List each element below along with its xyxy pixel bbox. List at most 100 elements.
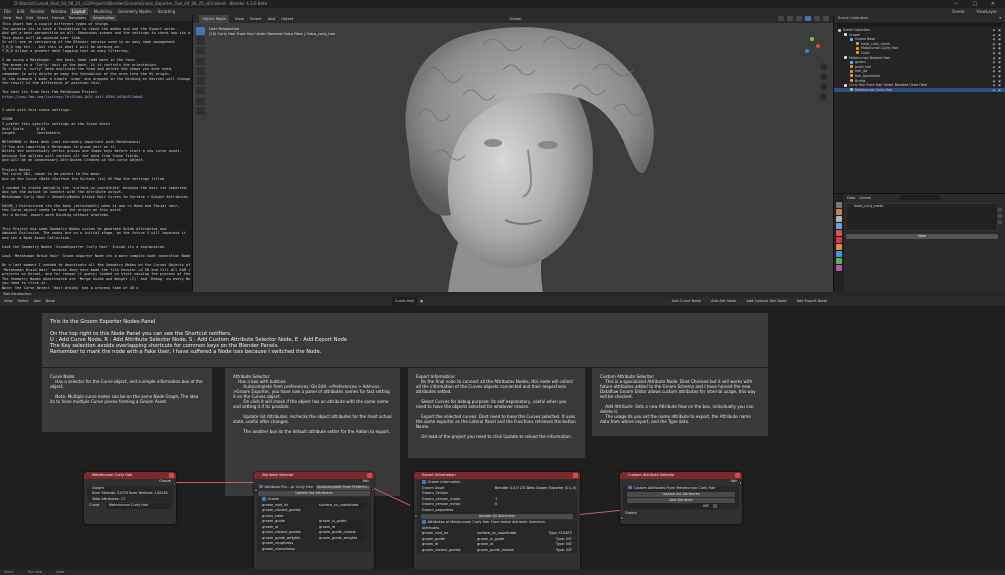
attr-node-header[interactable]: Attribute Selector — [254, 472, 374, 479]
node-menu-node[interactable]: Node — [46, 297, 55, 306]
custom-input-socket[interactable] — [738, 481, 742, 485]
menu-icon[interactable] — [998, 220, 1002, 224]
select-tool-icon[interactable] — [196, 27, 205, 35]
add-curve-node-button[interactable]: Add Curve Node — [672, 297, 701, 306]
autocomplete-button[interactable]: Autocomplete From Preferen.. — [316, 484, 370, 490]
list-item[interactable]: head_curly_mesh — [847, 204, 997, 209]
export-node-header[interactable]: Export Information — [414, 472, 580, 479]
viewport-menu-select[interactable]: Select — [250, 15, 262, 23]
checkbox-icon[interactable] — [262, 497, 266, 501]
overlay-icon[interactable] — [778, 16, 784, 21]
modifier-tab-icon[interactable] — [836, 251, 842, 257]
properties-list[interactable]: head_curly_mesh — [846, 203, 998, 231]
custom-node-header[interactable]: Custom Attribute Selector — [620, 472, 742, 479]
add-attribute-button[interactable]: Add Attribute — [627, 498, 735, 503]
add-custom-attr-node-button[interactable]: Add Custom Attr Node — [746, 297, 786, 306]
curve-node-header[interactable]: Metahuman Curly Hair — [84, 472, 176, 479]
export-input-socket[interactable] — [414, 514, 418, 518]
material-tab-icon[interactable] — [836, 265, 842, 271]
tool-tab-icon[interactable] — [836, 202, 842, 208]
text-editor-content[interactable]: This Asset has a couple different types … — [0, 21, 192, 289]
custom-attr-data-input[interactable] — [673, 504, 700, 508]
node-close-icon[interactable] — [573, 473, 578, 478]
custom-update-list-button[interactable]: Update list Attributes — [627, 492, 735, 497]
node-editor-canvas[interactable]: This its the Groom Exporter Nodes Panel … — [0, 306, 1005, 575]
material-shading-icon[interactable] — [814, 16, 820, 21]
filter-icon[interactable]: ▾ — [999, 15, 1001, 22]
tab-geometry-nodes[interactable]: Geometry Nodes — [118, 8, 152, 15]
viewport-menu-view[interactable]: View — [235, 15, 244, 23]
scale-tool-icon[interactable] — [196, 67, 205, 75]
add-attr-node-button[interactable]: Add Attr Node — [711, 297, 736, 306]
properties-context-groom[interactable]: Groom — [859, 195, 871, 201]
view-layer-tab-icon[interactable] — [836, 223, 842, 229]
attribute-selector-node[interactable]: Attribute Selector Attr Attribute Pro...… — [254, 472, 374, 575]
node-menu-select[interactable]: Select — [18, 297, 29, 306]
properties-search-input[interactable] — [900, 195, 940, 200]
custom-attr-name-input[interactable] — [628, 504, 672, 508]
new-button[interactable]: New — [846, 234, 998, 239]
rotate-tool-icon[interactable] — [196, 57, 205, 65]
scene-tab-icon[interactable] — [836, 230, 842, 236]
transform-tool-icon[interactable] — [196, 77, 205, 85]
solid-shading-icon[interactable] — [805, 16, 811, 21]
checkbox-icon[interactable] — [422, 520, 426, 524]
3d-viewport[interactable]: Object Mode View Select Add Object Globa… — [193, 15, 833, 292]
move-tool-icon[interactable] — [196, 47, 205, 55]
menu-render[interactable]: Render — [30, 8, 44, 15]
outliner-search-input[interactable] — [837, 23, 1002, 27]
intro-frame[interactable]: This its the Groom Exporter Nodes Panel … — [42, 313, 768, 367]
data-tab-icon[interactable] — [836, 258, 842, 264]
scene-selector[interactable]: Scene — [952, 8, 964, 15]
node-menu-view[interactable]: View — [4, 297, 13, 306]
xray-icon[interactable] — [787, 16, 793, 21]
z-axis-icon[interactable] — [805, 49, 809, 53]
export-information-node[interactable]: Export Information Groom Information Gro… — [414, 472, 580, 572]
zoom-icon[interactable] — [820, 63, 827, 70]
visibility-icon[interactable]: ◉ ▣ — [993, 88, 1002, 93]
object-tab-icon[interactable] — [836, 244, 842, 250]
add-cube-tool-icon[interactable] — [196, 107, 205, 115]
wireframe-shading-icon[interactable] — [796, 16, 802, 21]
tab-modeling[interactable]: Modeling — [94, 8, 112, 15]
custom-attribute-node[interactable]: Custom Attribute Selector Attr Custom At… — [620, 472, 742, 524]
world-tab-icon[interactable] — [836, 237, 842, 243]
checkbox-icon[interactable] — [422, 480, 426, 484]
outliner-row[interactable]: Metahuman Curly Hair ◉ ▣ — [834, 87, 1005, 93]
node-close-icon[interactable] — [735, 473, 740, 478]
x-axis-icon[interactable] — [816, 44, 820, 48]
window-controls[interactable]: — □ ✕ — [954, 0, 1001, 8]
text-menu-view[interactable]: View — [3, 15, 11, 21]
curve-object-field[interactable]: Metahuman Curly Hair — [106, 503, 172, 509]
export-information-frame[interactable]: Export Information: Its the final node t… — [408, 368, 585, 458]
text-menu-edit[interactable]: Edit — [26, 15, 33, 21]
cursor-tool-icon[interactable] — [196, 37, 205, 45]
update-list-attributes-button[interactable]: Update list Attributes — [258, 491, 370, 496]
curve-node-frame[interactable]: Curve Node: Has a selector for the Curve… — [42, 368, 212, 432]
curve-node[interactable]: Metahuman Curly Hair Groom Groom Num Str… — [84, 472, 176, 524]
text-menu-templates[interactable]: Templates — [68, 15, 86, 21]
camera-view-icon[interactable] — [820, 83, 827, 90]
remove-icon[interactable] — [998, 214, 1002, 218]
view-layer-selector[interactable]: ViewLayer — [976, 8, 997, 15]
menu-edit[interactable]: Edit — [17, 8, 25, 15]
text-menu-text[interactable]: Text — [15, 15, 22, 21]
text-menu-format[interactable]: Format — [52, 15, 64, 21]
y-axis-icon[interactable] — [810, 37, 814, 41]
node-close-icon[interactable] — [169, 473, 174, 478]
text-file-selector[interactable]: Introduction — [90, 15, 118, 21]
custom-output-socket[interactable] — [620, 516, 624, 520]
annotate-tool-icon[interactable] — [196, 87, 205, 95]
checkbox-icon[interactable] — [628, 485, 632, 490]
node-close-icon[interactable] — [367, 473, 372, 478]
node-menu-add[interactable]: Add — [34, 297, 41, 306]
render-tab-icon[interactable] — [836, 209, 842, 215]
tab-scripting[interactable]: Scripting — [158, 8, 176, 15]
viewport-menu-object[interactable]: Object — [281, 15, 293, 23]
pan-icon[interactable] — [820, 73, 827, 80]
delete-attribute-icon[interactable] — [713, 504, 718, 508]
attr-input-socket[interactable] — [254, 488, 258, 492]
menu-window[interactable]: Window — [51, 8, 67, 15]
update-all-attributes-button[interactable]: Update All Attributes — [421, 514, 573, 519]
output-tab-icon[interactable] — [836, 216, 842, 222]
